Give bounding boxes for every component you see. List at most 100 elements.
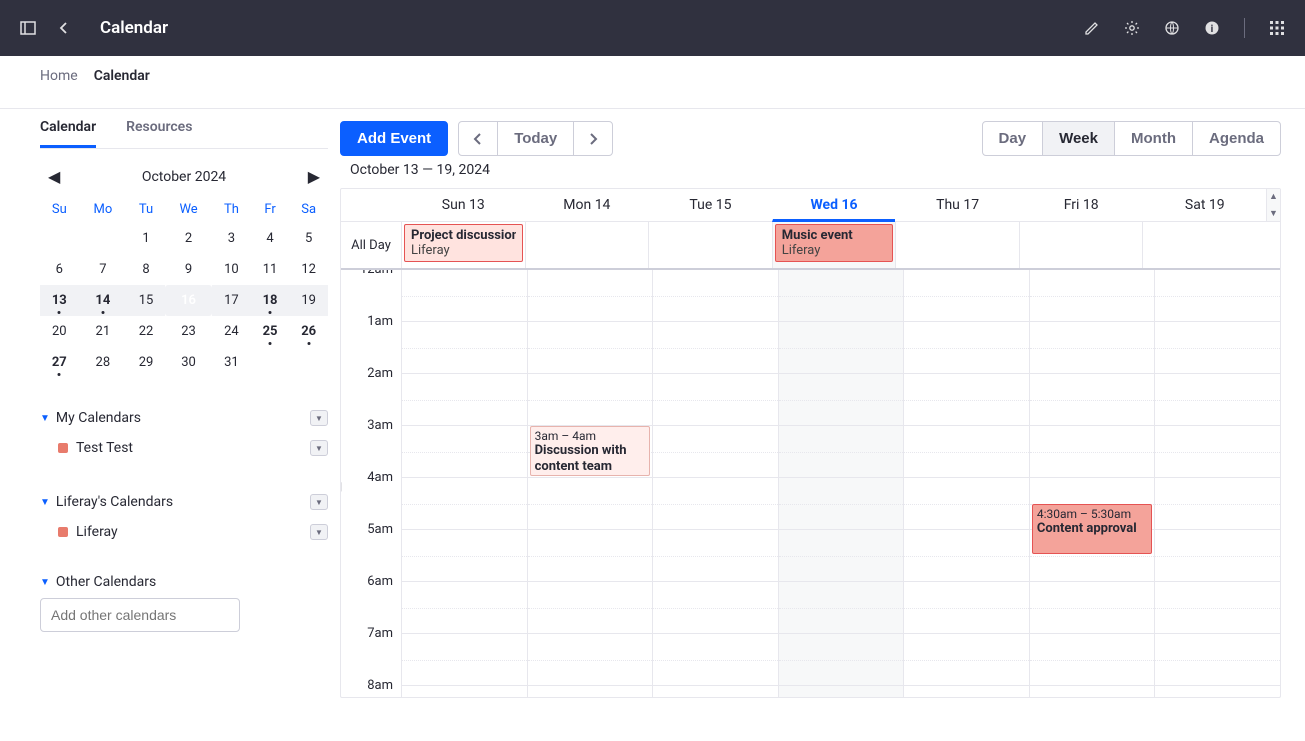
calendar-color-swatch — [58, 527, 68, 537]
today-button[interactable]: Today — [497, 121, 574, 156]
mini-cal-day[interactable]: 22 — [127, 316, 165, 347]
allday-cell[interactable] — [525, 222, 649, 268]
mini-cal-day[interactable]: 12 — [289, 254, 328, 285]
pencil-icon[interactable] — [1084, 20, 1100, 36]
day-column[interactable] — [652, 270, 778, 697]
globe-icon[interactable] — [1164, 20, 1180, 36]
mini-cal-day[interactable]: 30 — [165, 347, 212, 378]
calendar-item-liferay[interactable]: Liferay ▼ — [40, 514, 328, 546]
view-week-button[interactable]: Week — [1042, 121, 1115, 156]
hour-label: 12am — [341, 270, 401, 314]
mini-cal-day[interactable]: 6 — [40, 254, 79, 285]
week-body-scroll[interactable]: 12am1am2am3am4am5am6am7am8am 3am – 4amDi… — [341, 270, 1280, 697]
breadcrumb-home[interactable]: Home — [40, 68, 78, 84]
calendar-item-menu-icon[interactable]: ▼ — [310, 440, 328, 456]
mini-cal-day[interactable]: 29 — [127, 347, 165, 378]
mini-cal-day[interactable]: 3 — [212, 223, 251, 254]
allday-cell[interactable] — [895, 222, 1019, 268]
day-column[interactable] — [1154, 270, 1280, 697]
mini-cal-day[interactable]: 9 — [165, 254, 212, 285]
tab-calendar[interactable]: Calendar — [40, 109, 96, 148]
topbar: Calendar i — [0, 0, 1305, 56]
allday-cell[interactable] — [648, 222, 772, 268]
event-content-approval[interactable]: 4:30am – 5:30amContent approval — [1032, 504, 1153, 554]
add-calendar-input[interactable] — [40, 598, 240, 632]
day-header[interactable]: Sat 19 — [1142, 189, 1266, 221]
allday-cell[interactable]: Project discussionLiferay — [401, 222, 525, 268]
allday-cell[interactable] — [1142, 222, 1266, 268]
day-column[interactable]: 3am – 4amDiscussion with content team — [527, 270, 653, 697]
sidebar: Calendar Resources ◀ October 2024 ▶ SuMo… — [0, 109, 340, 741]
mini-cal-day[interactable]: 1 — [127, 223, 165, 254]
prev-week-button[interactable] — [458, 121, 498, 156]
mini-cal-day[interactable]: 8 — [127, 254, 165, 285]
mini-cal-day[interactable]: 17 — [212, 285, 251, 316]
day-column[interactable] — [401, 270, 527, 697]
my-calendars-toggle[interactable]: ▼My Calendars — [40, 410, 141, 426]
hour-label: 6am — [341, 574, 401, 626]
mini-cal-day[interactable]: 4 — [251, 223, 290, 254]
info-icon[interactable]: i — [1204, 20, 1220, 36]
mini-cal-dow: Th — [212, 196, 251, 223]
day-header[interactable]: Mon 14 — [525, 189, 649, 221]
tab-resources[interactable]: Resources — [126, 109, 192, 148]
calendar-item-menu-icon[interactable]: ▼ — [310, 524, 328, 540]
mini-cal-day[interactable]: 27 — [40, 347, 79, 378]
mini-cal-day[interactable]: 13 — [40, 285, 79, 316]
other-calendars-toggle[interactable]: ▼Other Calendars — [40, 574, 328, 590]
mini-cal-day[interactable]: 31 — [212, 347, 251, 378]
gear-icon[interactable] — [1124, 20, 1140, 36]
mini-cal-dow: We — [165, 196, 212, 223]
add-event-button[interactable]: Add Event — [340, 121, 448, 156]
liferay-calendars-toggle[interactable]: ▼Liferay's Calendars — [40, 494, 173, 510]
liferay-calendars-menu-icon[interactable]: ▼ — [310, 494, 328, 510]
mini-cal-day[interactable]: 23 — [165, 316, 212, 347]
mini-cal-day[interactable]: 5 — [289, 223, 328, 254]
mini-cal-day[interactable]: 26 — [289, 316, 328, 347]
date-range-label: October 13 — 19, 2024 — [340, 156, 1281, 188]
day-header[interactable]: Tue 15 — [648, 189, 772, 221]
mini-cal-next-icon[interactable]: ▶ — [308, 167, 320, 186]
mini-cal-day[interactable]: 10 — [212, 254, 251, 285]
mini-cal-day[interactable]: 18 — [251, 285, 290, 316]
topbar-divider — [1244, 18, 1245, 38]
mini-cal-day[interactable]: 21 — [79, 316, 128, 347]
mini-cal-day[interactable]: 14 — [79, 285, 128, 316]
event-discussion[interactable]: 3am – 4amDiscussion with content team — [530, 426, 651, 476]
allday-cell[interactable]: Music eventLiferay — [772, 222, 896, 268]
allday-scroll-icon[interactable]: ▲▼ — [1266, 189, 1280, 221]
day-column[interactable]: 4:30am – 5:30amContent approval — [1029, 270, 1155, 697]
view-agenda-button[interactable]: Agenda — [1192, 121, 1281, 156]
mini-cal-day[interactable]: 16 — [165, 285, 212, 316]
day-header[interactable]: Thu 17 — [895, 189, 1019, 221]
mini-cal-day[interactable]: 24 — [212, 316, 251, 347]
view-day-button[interactable]: Day — [982, 121, 1044, 156]
day-column[interactable] — [778, 270, 904, 697]
next-week-button[interactable] — [573, 121, 613, 156]
mini-cal-day[interactable]: 28 — [79, 347, 128, 378]
hour-label: 1am — [341, 314, 401, 366]
mini-cal-prev-icon[interactable]: ◀ — [48, 167, 60, 186]
day-column[interactable] — [903, 270, 1029, 697]
view-month-button[interactable]: Month — [1114, 121, 1193, 156]
day-header[interactable]: Wed 16 — [772, 189, 896, 222]
mini-cal-day[interactable]: 11 — [251, 254, 290, 285]
apps-grid-icon[interactable] — [1269, 20, 1285, 36]
back-icon[interactable] — [56, 20, 72, 36]
mini-cal-day[interactable]: 20 — [40, 316, 79, 347]
my-calendars-menu-icon[interactable]: ▼ — [310, 410, 328, 426]
day-header[interactable]: Fri 18 — [1019, 189, 1143, 221]
panel-toggle-icon[interactable] — [20, 20, 36, 36]
mini-cal-day[interactable]: 25 — [251, 316, 290, 347]
allday-event-music[interactable]: Music eventLiferay — [775, 224, 894, 262]
mini-cal-day[interactable]: 15 — [127, 285, 165, 316]
calendar-item-test[interactable]: Test Test ▼ — [40, 430, 328, 462]
allday-event-project[interactable]: Project discussionLiferay — [404, 224, 523, 262]
day-header[interactable]: Sun 13 — [401, 189, 525, 221]
week-grid: Sun 13Mon 14Tue 15Wed 16Thu 17Fri 18Sat … — [340, 188, 1281, 698]
mini-cal-day[interactable]: 7 — [79, 254, 128, 285]
mini-cal-day[interactable]: 19 — [289, 285, 328, 316]
page-title: Calendar — [100, 18, 168, 38]
mini-cal-day[interactable]: 2 — [165, 223, 212, 254]
allday-cell[interactable] — [1019, 222, 1143, 268]
